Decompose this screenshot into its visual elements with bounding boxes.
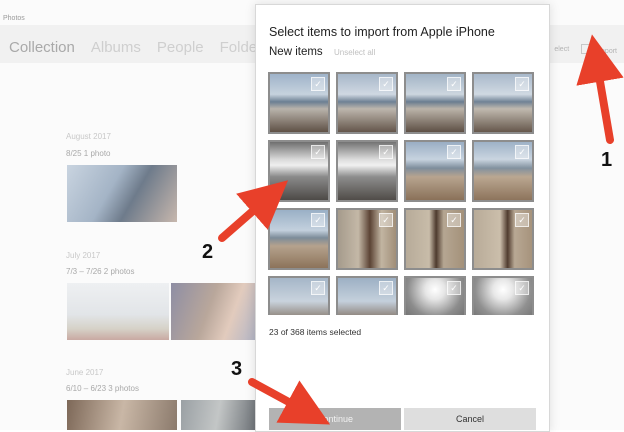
photo-thumbnail[interactable] [67,400,177,430]
dialog-title: Select items to import from Apple iPhone [269,25,495,39]
selected-checkbox[interactable]: ✓ [515,213,529,227]
import-button[interactable]: Import [581,43,617,55]
photo-thumbnail[interactable] [67,283,169,340]
section-header-july: July 2017 [66,251,101,260]
main-nav: Collection Albums People Folders [9,39,270,56]
selected-checkbox[interactable]: ✓ [515,145,529,159]
selected-checkbox[interactable]: ✓ [379,145,393,159]
selected-checkbox[interactable]: ✓ [515,281,529,295]
section-header-august: August 2017 [66,132,111,141]
photo-tile[interactable]: ✓ [404,72,466,134]
photo-tile[interactable]: ✓ [472,276,534,315]
photo-grid-viewport[interactable]: ✓ ✓ ✓ ✓ ✓ ✓ ✓ ✓ ✓ ✓ ✓ ✓ ✓ ✓ ✓ ✓ [268,67,537,315]
photo-tile[interactable]: ✓ [472,140,534,202]
app-title: Photos [3,15,25,22]
photo-tile[interactable]: ✓ [404,276,466,315]
photo-tile[interactable]: ✓ [336,72,398,134]
step-1-label: 1 [601,149,613,171]
selected-checkbox[interactable]: ✓ [311,213,325,227]
selected-checkbox[interactable]: ✓ [379,213,393,227]
step-3-label: 3 [231,358,243,380]
photo-tile[interactable]: ✓ [472,72,534,134]
selected-checkbox[interactable]: ✓ [311,145,325,159]
continue-button[interactable]: Continue [269,408,401,430]
photo-tile[interactable]: ✓ [336,140,398,202]
selected-checkbox[interactable]: ✓ [447,213,461,227]
nav-collection[interactable]: Collection [9,39,75,56]
photo-tile[interactable]: ✓ [336,276,398,315]
selected-checkbox[interactable]: ✓ [447,145,461,159]
cancel-button[interactable]: Cancel [404,408,536,430]
selected-checkbox[interactable]: ✓ [311,77,325,91]
section-sub-june: 6/10 – 6/23 3 photos [66,384,139,393]
toolbar-right: elect Import [554,43,617,55]
photo-thumbnail[interactable] [171,283,255,340]
photo-tile[interactable]: ✓ [404,140,466,202]
photo-thumbnail[interactable] [67,165,177,222]
nav-albums[interactable]: Albums [91,39,141,56]
photo-tile[interactable]: ✓ [472,208,534,270]
selected-checkbox[interactable]: ✓ [447,77,461,91]
photo-thumbnail[interactable] [181,400,255,430]
photo-tile[interactable]: ✓ [268,140,330,202]
selected-checkbox[interactable]: ✓ [379,77,393,91]
nav-people[interactable]: People [157,39,204,56]
select-button[interactable]: elect [554,46,569,53]
selected-checkbox[interactable]: ✓ [447,281,461,295]
photo-tile[interactable]: ✓ [404,208,466,270]
new-items-label: New items [269,46,323,58]
photo-grid: ✓ ✓ ✓ ✓ ✓ ✓ ✓ ✓ ✓ ✓ ✓ ✓ ✓ ✓ ✓ ✓ [268,72,534,315]
selected-checkbox[interactable]: ✓ [379,281,393,295]
selected-count: 23 of 368 items selected [269,327,362,337]
photo-tile[interactable]: ✓ [268,276,330,315]
photo-tile[interactable]: ✓ [336,208,398,270]
photo-tile[interactable]: ✓ [268,208,330,270]
selected-checkbox[interactable]: ✓ [515,77,529,91]
import-dialog: Select items to import from Apple iPhone… [255,4,550,432]
step-2-label: 2 [202,241,214,263]
selected-checkbox[interactable]: ✓ [311,281,325,295]
section-sub-august: 8/25 1 photo [66,149,111,158]
import-label: Import [597,48,617,55]
section-sub-july: 7/3 – 7/26 2 photos [66,267,135,276]
photo-tile[interactable]: ✓ [268,72,330,134]
section-header-june: June 2017 [66,368,104,377]
import-icon [581,44,594,54]
unselect-all-link[interactable]: Unselect all [334,48,375,57]
